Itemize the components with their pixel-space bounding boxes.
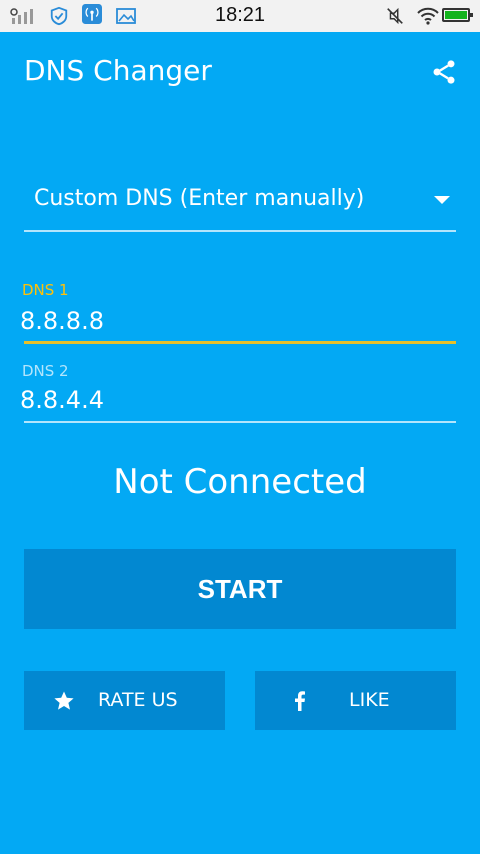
status-bar: 18:21 [0,0,480,32]
connection-status: Not Connected [113,462,367,502]
app-title: DNS Changer [24,54,212,87]
dns2-input[interactable] [20,386,440,414]
start-button[interactable]: START [24,549,456,629]
dns-preset-selected: Custom DNS (Enter manually) [34,186,365,211]
wifi-icon [417,7,439,25]
mute-icon [387,7,403,25]
dns1-input[interactable] [20,307,440,335]
dns1-label: DNS 1 [22,281,69,299]
rate-us-button[interactable]: RATE US [24,671,225,730]
like-button[interactable]: LIKE [255,671,456,730]
share-icon[interactable] [430,58,458,86]
rate-us-label: RATE US [98,689,178,711]
dns-preset-dropdown[interactable]: Custom DNS (Enter manually) [24,172,456,232]
battery-icon [442,8,473,22]
like-label: LIKE [349,689,390,711]
dropdown-arrow-icon [434,196,450,204]
facebook-icon [295,691,305,711]
status-time: 18:21 [214,4,266,26]
dns2-label: DNS 2 [22,362,69,380]
dns2-underline [24,421,456,423]
dns1-underline [24,341,456,344]
star-icon [54,691,74,710]
